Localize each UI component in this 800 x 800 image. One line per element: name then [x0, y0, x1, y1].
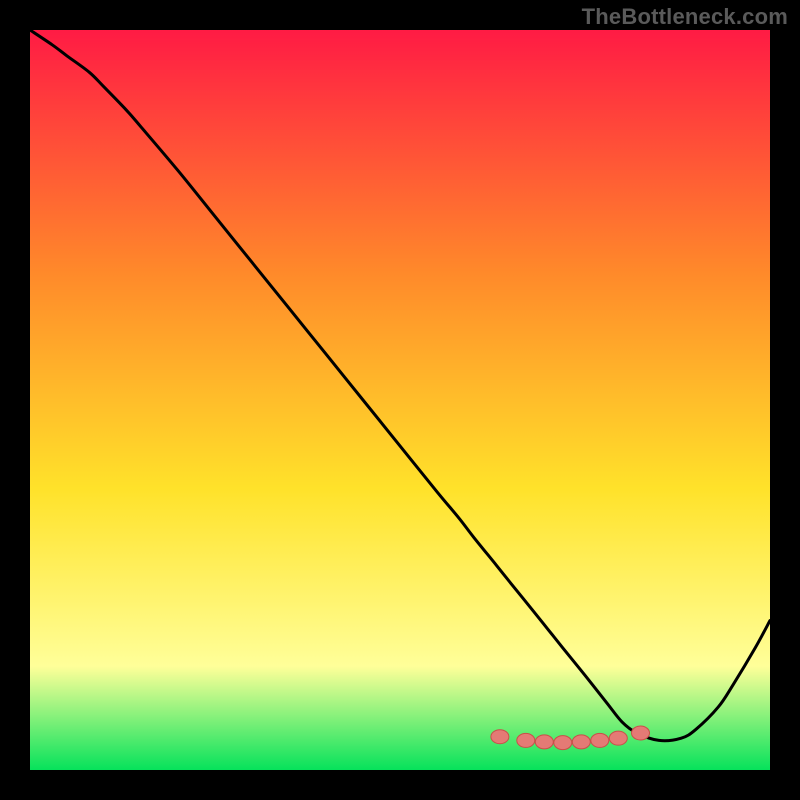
optimal-marker	[517, 733, 535, 747]
optimal-marker	[632, 726, 650, 740]
optimal-marker	[491, 730, 509, 744]
optimal-marker	[609, 731, 627, 745]
gradient-background	[30, 30, 770, 770]
plot-area	[30, 30, 770, 770]
optimal-marker	[572, 735, 590, 749]
optimal-marker	[554, 736, 572, 750]
watermark-text: TheBottleneck.com	[582, 4, 788, 30]
chart-frame: TheBottleneck.com	[0, 0, 800, 800]
optimal-marker	[535, 735, 553, 749]
optimal-marker	[591, 733, 609, 747]
bottleneck-curve-chart	[30, 30, 770, 770]
